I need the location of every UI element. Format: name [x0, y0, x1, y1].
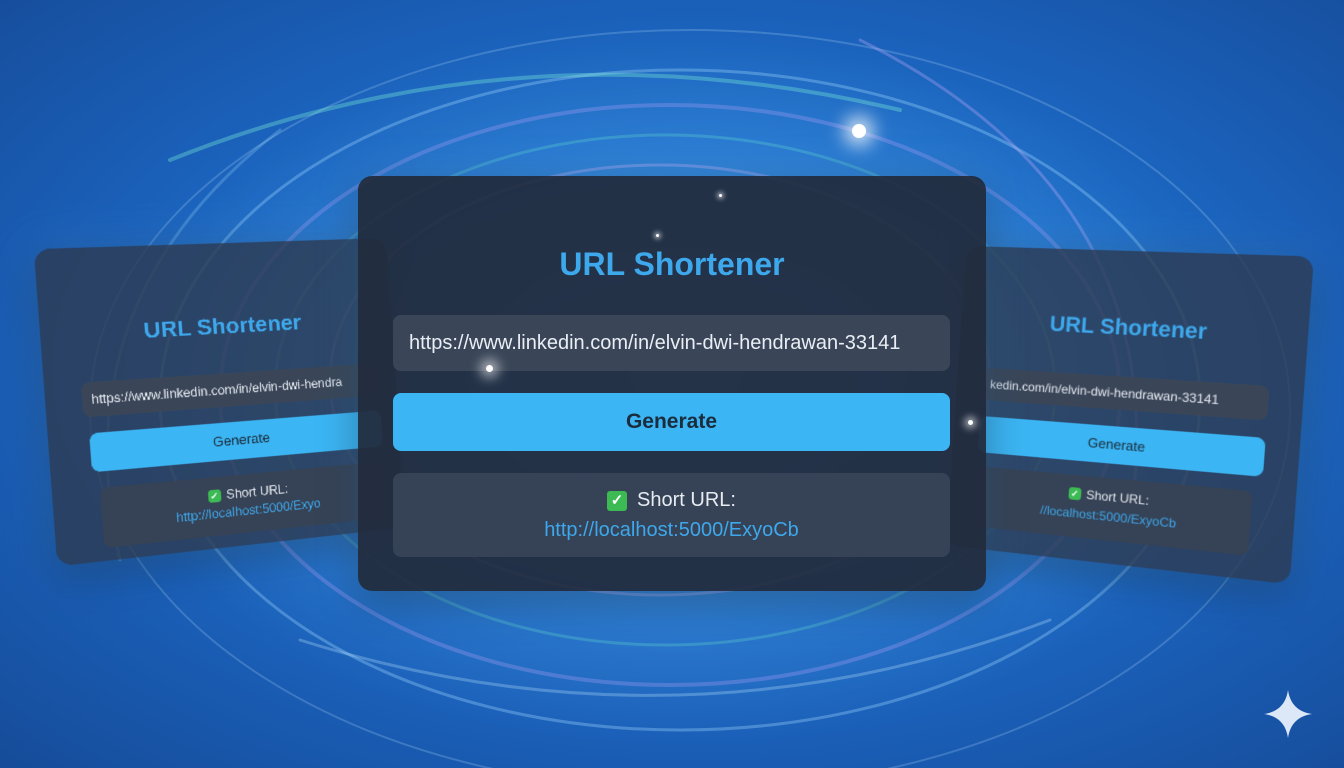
short-url-result: ✓ Short URL: //localhost:5000/ExyoCb: [972, 466, 1253, 556]
short-url-result: ✓ Short URL: http://localhost:5000/ExyoCb: [393, 473, 950, 557]
check-mark-icon: ✓: [1068, 486, 1082, 501]
check-mark-icon: ✓: [207, 489, 222, 503]
sparkle-glint: [719, 194, 722, 197]
url-shortener-card-left: URL Shortener https://www.linkedin.com/i…: [33, 237, 406, 567]
generate-button[interactable]: Generate: [977, 415, 1266, 477]
card-title: URL Shortener: [559, 246, 785, 282]
url-input[interactable]: https://www.linkedin.com/in/elvin-dwi-he…: [393, 315, 950, 371]
short-url-label: Short URL:: [637, 489, 736, 512]
short-url-label: Short URL:: [1085, 487, 1150, 508]
check-mark-icon: ✓: [607, 490, 628, 511]
short-url-result: ✓ Short URL: http://localhost:5000/Exyo: [100, 461, 388, 549]
short-url-label: Short URL:: [225, 481, 289, 503]
generate-button[interactable]: Generate: [393, 393, 950, 451]
url-input[interactable]: https://www.linkedin.com/in/elvin-dwi-he…: [80, 363, 380, 418]
card-title: URL Shortener: [1048, 312, 1208, 345]
sparkle-glint: [656, 234, 659, 237]
generate-button[interactable]: Generate: [89, 410, 383, 473]
short-url-row: ✓ Short URL:: [393, 489, 950, 512]
sparkle-glint: [486, 365, 493, 372]
card-title: URL Shortener: [142, 310, 302, 344]
url-input[interactable]: kedin.com/in/elvin-dwi-hendrawan-33141: [981, 367, 1270, 421]
url-shortener-card-right: URL Shortener kedin.com/in/elvin-dwi-hen…: [945, 245, 1315, 585]
url-shortener-card: URL Shortener https://www.linkedin.com/i…: [358, 176, 986, 591]
sparkle-glint: [968, 420, 973, 425]
short-url-link[interactable]: http://localhost:5000/ExyoCb: [393, 519, 950, 542]
sparkle-glint: [852, 124, 866, 138]
gemini-sparkle-icon: [1264, 690, 1312, 738]
